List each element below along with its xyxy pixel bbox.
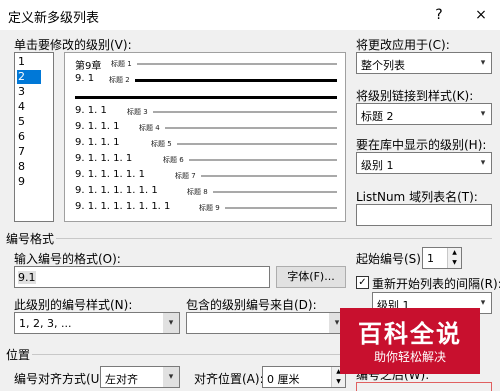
preview-pane: 第9章 标题 1 9. 1 标题 2 9. 1. 1 标题 3 9. 1. 1. 1 标题 4… — [64, 52, 346, 222]
preview-number: 9. 1. 1. 1 — [75, 121, 120, 132]
start-number-spinner[interactable]: 1 ▲ ▼ — [422, 247, 462, 269]
preview-number: 9. 1. 1. 1. 1. 1. 1. 1 — [75, 201, 171, 212]
preview-line — [135, 79, 337, 82]
align-at-label: 对齐位置(A): — [194, 372, 264, 386]
gallery-level-label: 要在库中显示的级别(H): — [356, 138, 487, 152]
restart-label: 重新开始列表的间隔(R): — [372, 277, 500, 291]
apply-to-value: 整个列表 — [361, 59, 405, 72]
start-number-value: 1 — [427, 252, 434, 265]
preview-number: 9. 1. 1. 1. 1 — [75, 153, 133, 164]
preview-caption: 标题 8 — [187, 188, 208, 196]
alignment-value: 左对齐 — [105, 373, 138, 386]
apply-to-label: 将更改应用于(C): — [356, 38, 450, 52]
preview-line — [165, 127, 337, 129]
level-item[interactable]: 5 — [17, 115, 41, 129]
preview-line — [225, 207, 337, 209]
close-button[interactable]: × — [470, 5, 492, 25]
preview-caption: 标题 1 — [111, 60, 132, 68]
font-button[interactable]: 字体(F)... — [276, 266, 346, 288]
level-item[interactable]: 3 — [17, 85, 41, 99]
level-item[interactable]: 1 — [17, 55, 41, 69]
chevron-down-icon: ▾ — [474, 104, 491, 124]
level-item[interactable]: 6 — [17, 130, 41, 144]
level-item[interactable]: 2 — [17, 70, 41, 84]
spin-down-icon[interactable]: ▼ — [447, 258, 461, 268]
start-number-label: 起始编号(S): — [356, 252, 426, 266]
preview-caption: 标题 6 — [163, 156, 184, 164]
preview-number: 9. 1. 1. 1 — [75, 137, 120, 148]
chevron-down-icon: ▾ — [474, 153, 491, 173]
gallery-level-select[interactable]: 级别 1 ▾ — [356, 152, 492, 174]
preview-number: 9. 1. 1. 1. 1. 1 — [75, 169, 145, 180]
preview-number: 第9章 — [75, 61, 102, 72]
number-format-heading: 编号格式 — [6, 232, 55, 246]
level-label: 单击要修改的级别(V): — [14, 38, 132, 52]
level-item[interactable]: 9 — [17, 175, 41, 189]
preview-number: 9. 1. 1. 1. 1. 1. 1 — [75, 185, 158, 196]
preview-line — [137, 63, 337, 65]
level-item[interactable]: 4 — [17, 100, 41, 114]
section-divider — [32, 354, 346, 355]
watermark-badge: 百科全说 助你轻松解决 — [340, 308, 480, 374]
alignment-label: 编号对齐方式(U): — [14, 372, 109, 386]
preview-line — [75, 96, 337, 99]
format-value: 9.1 — [18, 271, 36, 284]
help-button[interactable]: ? — [428, 5, 450, 25]
listnum-label: ListNum 域列表名(T): — [356, 190, 478, 204]
include-level-label: 包含的级别编号来自(D): — [186, 298, 317, 312]
preview-line — [153, 111, 337, 113]
include-level-select[interactable]: ▾ — [186, 312, 346, 334]
number-style-select[interactable]: 1, 2, 3, ... ▾ — [14, 312, 180, 334]
link-style-select[interactable]: 标题 2 ▾ — [356, 103, 492, 125]
spin-up-icon[interactable]: ▲ — [447, 248, 461, 258]
follow-number-select[interactable] — [356, 382, 492, 391]
spin-down-icon[interactable]: ▼ — [331, 377, 345, 387]
link-style-label: 将级别链接到样式(K): — [356, 89, 474, 103]
align-at-value: 0 厘米 — [267, 373, 300, 386]
preview-caption: 标题 9 — [199, 204, 220, 212]
position-heading: 位置 — [6, 348, 31, 362]
chevron-down-icon: ▾ — [474, 53, 491, 73]
preview-caption: 标题 2 — [109, 76, 130, 84]
align-at-spinner[interactable]: 0 厘米 ▲ ▼ — [262, 366, 346, 388]
watermark-subtitle: 助你轻松解决 — [373, 350, 446, 364]
gallery-level-value: 级别 1 — [361, 159, 394, 172]
watermark-title: 百科全说 — [358, 320, 462, 348]
level-item[interactable]: 7 — [17, 145, 41, 159]
alignment-select[interactable]: 左对齐 ▾ — [100, 366, 180, 388]
chevron-down-icon: ▾ — [162, 367, 179, 387]
preview-line — [177, 143, 337, 145]
preview-line — [189, 159, 337, 161]
preview-caption: 标题 3 — [127, 108, 148, 116]
preview-caption: 标题 7 — [175, 172, 196, 180]
preview-number: 9. 1. 1 — [75, 105, 107, 116]
level-item[interactable]: 8 — [17, 160, 41, 174]
preview-line — [213, 191, 337, 193]
preview-line — [201, 175, 337, 177]
restart-checkbox[interactable]: ✓ — [356, 276, 369, 289]
number-style-value: 1, 2, 3, ... — [19, 317, 72, 330]
link-style-value: 标题 2 — [361, 110, 394, 123]
preview-caption: 标题 5 — [151, 140, 172, 148]
preview-number: 9. 1 — [75, 73, 95, 84]
chevron-down-icon: ▾ — [162, 313, 179, 333]
format-input[interactable]: 9.1 — [14, 266, 270, 288]
level-listbox[interactable]: 123456789 — [14, 52, 54, 222]
number-style-label: 此级别的编号样式(N): — [14, 298, 133, 312]
format-label: 输入编号的格式(O): — [14, 252, 121, 266]
section-divider — [56, 238, 492, 239]
dialog-title: 定义新多级列表 — [8, 11, 100, 26]
apply-to-select[interactable]: 整个列表 ▾ — [356, 52, 492, 74]
preview-caption: 标题 4 — [139, 124, 160, 132]
listnum-input[interactable] — [356, 204, 492, 226]
